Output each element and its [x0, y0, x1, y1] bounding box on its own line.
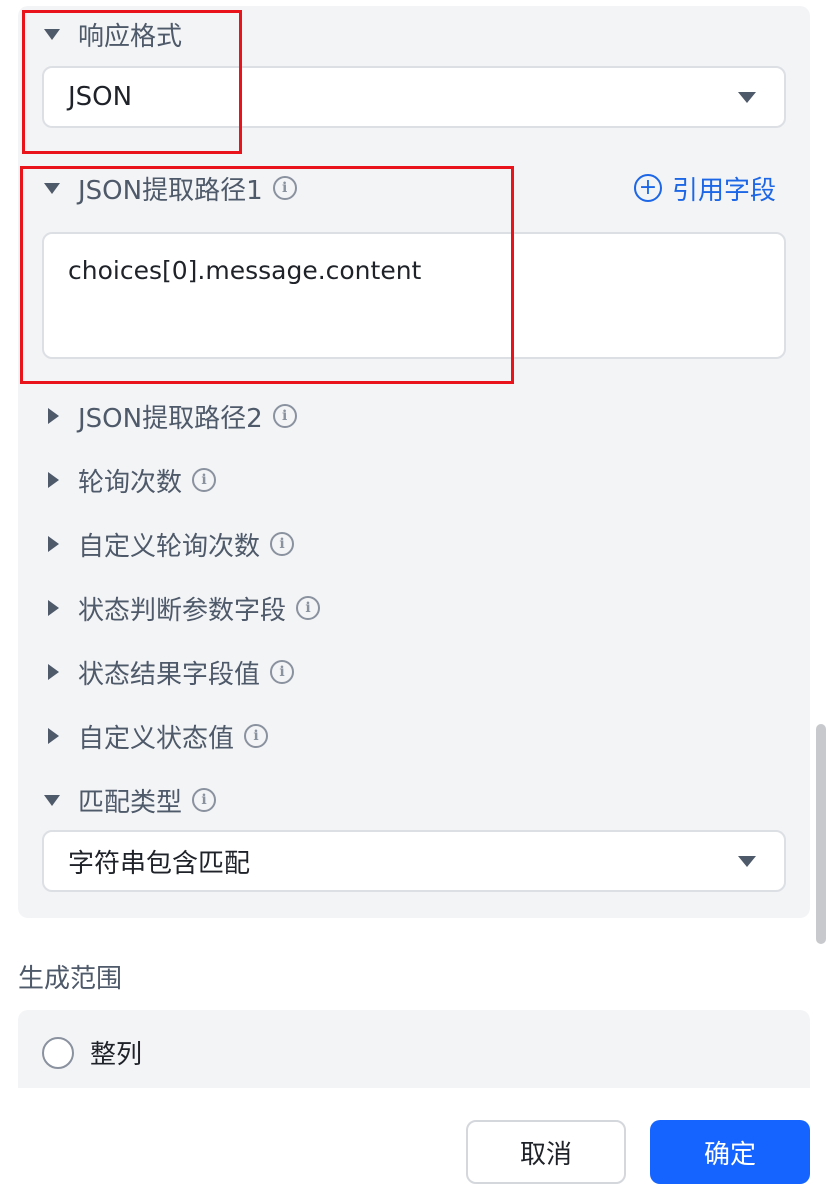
- scrollbar-thumb[interactable]: [816, 724, 826, 944]
- highlight-box-response-format: [22, 10, 242, 154]
- section-label: 状态判断参数字段: [78, 595, 287, 626]
- chevron-down-icon: [738, 91, 756, 103]
- section-status-result-value[interactable]: 状态结果字段值 i: [42, 652, 295, 692]
- info-icon[interactable]: i: [192, 788, 217, 812]
- generation-range-title: 生成范围: [18, 964, 123, 994]
- section-poll-count[interactable]: 轮询次数 i: [42, 460, 217, 500]
- caret-right-icon: [42, 728, 68, 744]
- info-icon[interactable]: i: [244, 724, 269, 748]
- section-match-type[interactable]: 匹配类型 i: [42, 780, 217, 820]
- confirm-button[interactable]: 确定: [650, 1120, 810, 1184]
- radio-circle-icon[interactable]: [42, 1036, 74, 1069]
- caret-right-icon: [42, 664, 68, 680]
- highlight-box-json-path: [20, 166, 514, 384]
- section-label: 自定义轮询次数: [78, 531, 261, 562]
- info-icon[interactable]: i: [272, 404, 297, 428]
- section-custom-status-value[interactable]: 自定义状态值 i: [42, 716, 269, 756]
- radio-option-whole-column[interactable]: 整列: [42, 1034, 142, 1071]
- info-icon[interactable]: i: [296, 596, 321, 620]
- section-json-path-2[interactable]: JSON提取路径2 i: [42, 396, 297, 436]
- section-custom-poll-count[interactable]: 自定义轮询次数 i: [42, 524, 295, 564]
- cancel-button[interactable]: 取消: [466, 1120, 626, 1184]
- reference-field-link[interactable]: + 引用字段: [634, 168, 776, 208]
- section-label: 匹配类型: [78, 787, 183, 818]
- section-label: 自定义状态值: [78, 723, 235, 754]
- match-type-select[interactable]: 字符串包含匹配: [42, 830, 786, 892]
- info-icon[interactable]: i: [270, 660, 295, 684]
- caret-right-icon: [42, 472, 68, 488]
- section-status-param-field[interactable]: 状态判断参数字段 i: [42, 588, 321, 628]
- info-icon[interactable]: i: [270, 532, 295, 556]
- reference-field-label: 引用字段: [672, 175, 777, 206]
- section-label: 状态结果字段值: [78, 659, 261, 690]
- select-value: 字符串包含匹配: [68, 848, 251, 879]
- caret-right-icon: [42, 408, 68, 424]
- caret-down-icon: [42, 794, 68, 806]
- section-label: 轮询次数: [78, 467, 183, 498]
- chevron-down-icon: [738, 855, 756, 867]
- caret-right-icon: [42, 536, 68, 552]
- plus-circle-icon: +: [634, 174, 662, 202]
- radio-label: 整列: [90, 1040, 143, 1070]
- caret-right-icon: [42, 600, 68, 616]
- section-label: JSON提取路径2: [78, 403, 263, 434]
- info-icon[interactable]: i: [192, 468, 217, 492]
